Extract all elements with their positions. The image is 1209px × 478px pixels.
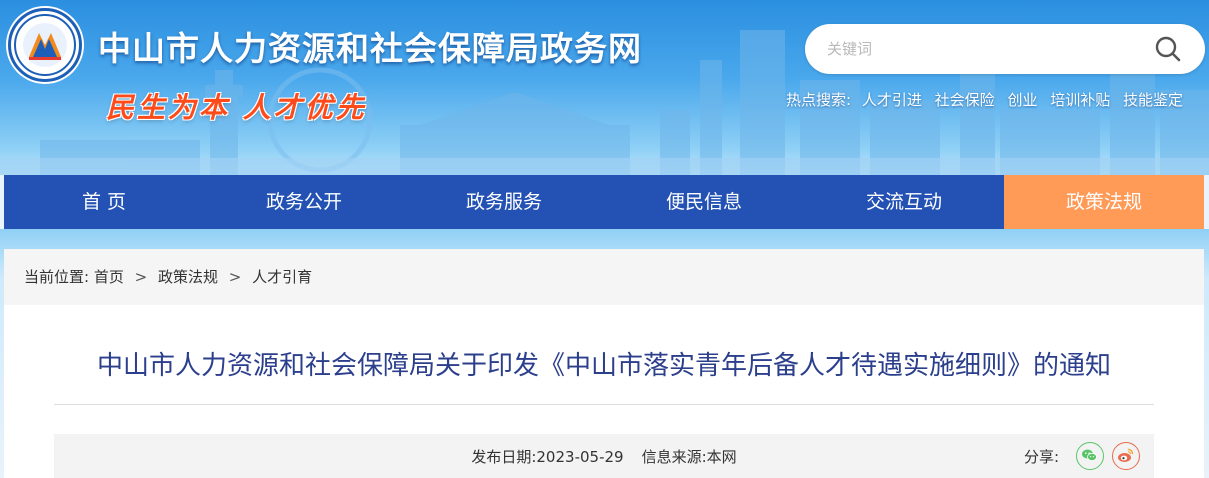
nav-interaction[interactable]: 交流互动	[804, 175, 1004, 229]
share-weibo-button[interactable]	[1112, 442, 1140, 470]
site-slogan: 民生为本 人才优先	[106, 91, 367, 124]
header-banner: 中山市人力资源和社会保障局政务网 民生为本 人才优先 热点搜索: 人才引进 社会…	[0, 0, 1209, 175]
publish-date-label: 发布日期:	[471, 448, 537, 466]
search-box	[805, 24, 1205, 74]
article-title: 中山市人力资源和社会保障局关于印发《中山市落实青年后备人才待遇实施细则》的通知	[96, 351, 1111, 381]
share-wechat-button[interactable]	[1076, 442, 1104, 470]
weibo-icon	[1118, 448, 1134, 462]
hot-link-skill-appraisal[interactable]: 技能鉴定	[1123, 91, 1183, 109]
site-title: 中山市人力资源和社会保障局政务网	[98, 29, 642, 68]
nav-home[interactable]: 首 页	[4, 175, 204, 229]
hot-search: 热点搜索: 人才引进 社会保险 创业 培训补贴 技能鉴定	[786, 89, 1191, 110]
share-label: 分享:	[1024, 448, 1060, 466]
search-icon	[1155, 36, 1181, 62]
main-nav: 首 页 政务公开 政务服务 便民信息 交流互动 政策法规	[4, 175, 1204, 229]
source-value: 本网	[706, 448, 737, 466]
breadcrumb-separator: >	[134, 268, 148, 286]
wechat-icon	[1082, 449, 1097, 462]
publish-date: 2023-05-29	[536, 448, 624, 466]
breadcrumb-policies[interactable]: 政策法规	[158, 268, 218, 286]
search-input[interactable]	[827, 36, 1147, 62]
nav-gov-services[interactable]: 政务服务	[404, 175, 604, 229]
breadcrumb-talent[interactable]: 人才引育	[252, 268, 312, 286]
article-meta-info: 发布日期:2023-05-29 信息来源:本网	[54, 446, 1154, 467]
breadcrumb-label: 当前位置:	[24, 268, 90, 286]
hot-link-talent[interactable]: 人才引进	[862, 91, 922, 109]
hot-search-label: 热点搜索:	[786, 91, 852, 109]
article-meta: 发布日期:2023-05-29 信息来源:本网 分享:	[54, 434, 1154, 478]
hot-link-social-insurance[interactable]: 社会保险	[935, 91, 995, 109]
source-label: 信息来源:	[641, 448, 707, 466]
hot-link-startup[interactable]: 创业	[1007, 91, 1037, 109]
site-logo[interactable]	[8, 8, 82, 82]
search-button[interactable]	[1151, 32, 1185, 66]
hot-link-training-subsidy[interactable]: 培训补贴	[1050, 91, 1110, 109]
nav-public-info[interactable]: 便民信息	[604, 175, 804, 229]
breadcrumb-separator: >	[228, 268, 242, 286]
title-divider	[54, 404, 1154, 405]
nav-policies[interactable]: 政策法规	[1004, 175, 1204, 229]
nav-gov-affairs-public[interactable]: 政务公开	[204, 175, 404, 229]
breadcrumb-home[interactable]: 首页	[94, 268, 124, 286]
breadcrumb: 当前位置: 首页 > 政策法规 > 人才引育	[4, 249, 1204, 305]
logo-emblem	[14, 14, 76, 76]
